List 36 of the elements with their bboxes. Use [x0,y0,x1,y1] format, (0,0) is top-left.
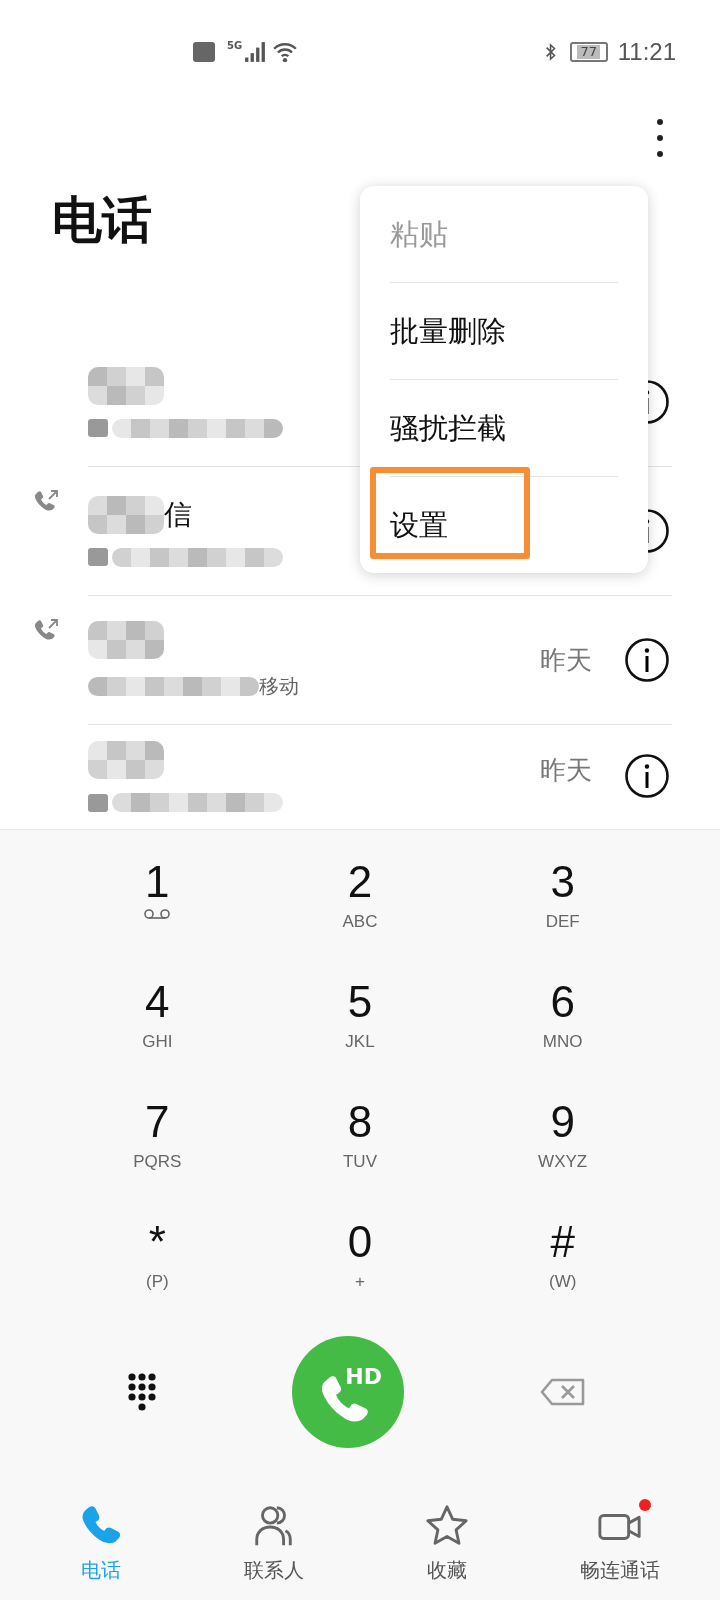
menu-item[interactable]: 骚扰拦截 [390,379,618,476]
info-icon[interactable] [624,753,670,799]
call-time: 昨天 [540,643,592,677]
nav-tab[interactable]: 联系人 [198,1503,349,1584]
dial-key[interactable]: 3 DEF [461,856,664,956]
menu-item[interactable]: 设置 [390,476,618,573]
dial-key[interactable]: 4 GHI [56,976,259,1076]
call-time: 昨天 [540,754,592,787]
contact-name: 信 [164,496,192,533]
dial-key[interactable]: 8 TUV [258,1096,462,1196]
wifi-icon [272,41,299,63]
dialpad-icon[interactable] [128,1373,156,1411]
dial-key[interactable]: * (P) [56,1216,259,1316]
dial-key[interactable]: 1 [56,856,259,956]
page-title: 电话 [52,190,152,251]
nav-tab[interactable]: 畅连通话 [544,1503,695,1584]
signal-icon [244,41,267,63]
nav-tab[interactable]: 收藏 [371,1503,522,1584]
dial-key[interactable]: 9 WXYZ [461,1096,664,1196]
bluetooth-icon [543,41,558,63]
menu-item[interactable]: 批量删除 [390,282,618,379]
network-type: 5G [227,39,243,51]
dial-key[interactable]: 7 PQRS [56,1096,259,1196]
info-icon[interactable] [624,637,670,683]
dial-key[interactable]: 6 MNO [461,976,664,1076]
voicemail-icon [143,908,172,920]
dial-key[interactable]: 0 + [258,1216,462,1316]
hd-label: HD [345,1364,382,1389]
dial-key[interactable]: 2 ABC [258,856,462,956]
battery-level: 77 [577,45,600,59]
more-menu-icon[interactable] [656,118,664,158]
dial-key[interactable]: 5 JKL [258,976,462,1076]
dial-key[interactable]: # (W) [461,1216,664,1316]
backspace-icon[interactable] [540,1378,586,1406]
call-location: 移动 [259,672,299,700]
clock: 11:21 [617,38,676,66]
